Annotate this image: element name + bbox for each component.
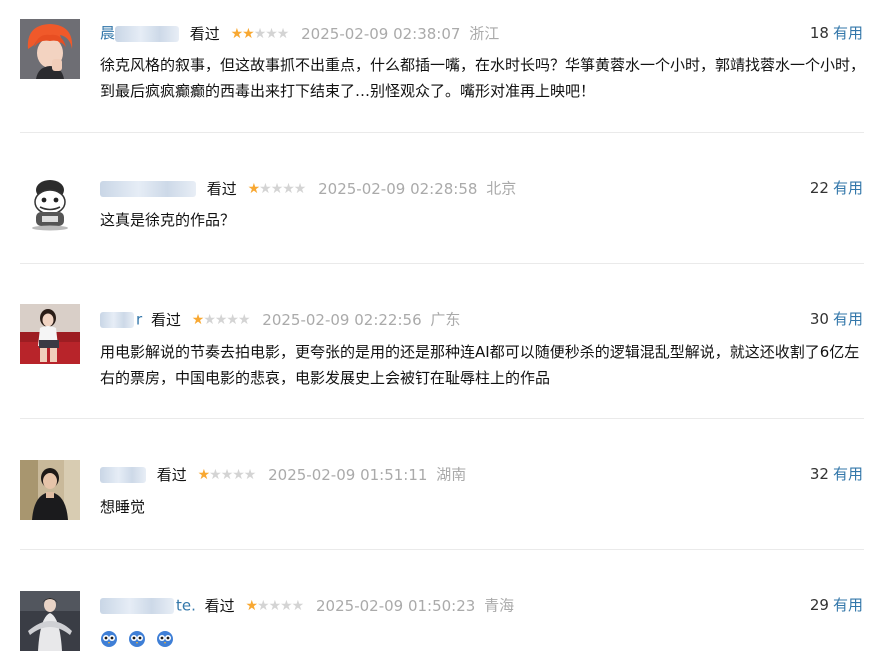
rating-stars: ★★★★★ [197,466,257,483]
blue-owl-emoji-icon [156,630,173,647]
hanfu-figure-avatar-icon [20,591,80,651]
comment-meta: 晨 看过 ★★★★★ 2025-02-09 02:38:07 浙江 [100,23,499,44]
comment-text: 这真是徐克的作品？ [100,211,236,229]
vote-count: 22 [809,179,829,197]
blue-owl-emoji-icon [101,630,117,647]
watch-status: 看过 [189,24,220,43]
comment-time: 2025-02-09 02:38:07 [301,24,461,43]
divider [20,549,864,550]
vote-area: 22 有用 [810,178,863,198]
cartoon-sketch-avatar-icon [20,172,80,232]
comment-time: 2025-02-09 01:50:23 [316,596,476,615]
vote-area: 18 有用 [810,23,863,43]
divider [20,418,864,419]
username[interactable]: 晨 [100,24,181,42]
divider [20,263,864,264]
blurred-username [100,311,134,328]
comment-time: 2025-02-09 02:22:56 [262,310,422,329]
rating-stars: ★★★★★ [245,597,304,614]
rating-stars: ★★★★★ [191,311,251,328]
man-in-black-avatar-icon [20,460,80,520]
comment-location: 广东 [430,310,461,329]
comment-meta: te. 看过 ★★★★★ 2025-02-09 01:50:23 青海 [100,595,514,616]
comment-meta: r 看过 ★★★★★ 2025-02-09 02:22:56 广东 [100,309,460,330]
vote-count: 30 [809,310,829,328]
blurred-username [115,25,180,42]
blurred-username [100,180,196,197]
comment-time: 2025-02-09 02:28:58 [318,179,478,198]
user-avatar[interactable] [20,304,80,364]
comment-location: 青海 [484,596,515,615]
blurred-username [100,466,146,483]
comment-location: 北京 [486,179,517,198]
username[interactable]: r [100,310,142,329]
blurred-username [100,597,174,614]
watch-status: 看过 [206,179,237,198]
useful-button[interactable]: 有用 [833,465,863,483]
watch-status: 看过 [204,596,235,615]
rating-stars: ★★★★★ [230,25,290,42]
vote-count: 29 [809,596,829,614]
user-avatar[interactable] [20,591,80,651]
comment-location: 湖南 [436,465,467,484]
comment-meta: 看过 ★★★★★ 2025-02-09 01:51:11 湖南 [100,464,466,485]
comment-text [100,625,870,651]
vote-count: 32 [809,465,829,483]
comment-location: 浙江 [469,24,500,43]
comment-meta: 看过 ★★★★★ 2025-02-09 02:28:58 北京 [100,178,516,199]
girl-red-sofa-avatar-icon [20,304,80,364]
username[interactable] [100,465,148,483]
orange-hair-avatar-icon [20,19,80,79]
user-avatar[interactable] [20,172,80,232]
useful-button[interactable]: 有用 [833,310,863,328]
watch-status: 看过 [150,310,181,329]
vote-area: 29 有用 [810,595,863,615]
useful-button[interactable]: 有用 [833,179,863,197]
vote-area: 30 有用 [810,309,863,329]
username[interactable] [100,179,198,197]
rating-stars: ★★★★★ [247,180,307,197]
vote-count: 18 [809,24,829,42]
blue-owl-emoji-icon [128,630,145,647]
username[interactable]: te. [100,596,196,615]
comment-text: 用电影解说的节奏去拍电影，更夸张的是用的还是那种连AI都可以随便秒杀的逻辑混乱型… [100,343,860,387]
comment-text: 徐克风格的叙事，但这故事抓不出重点，什么都插一嘴，在水时长吗？华箏黄蓉水一个小时… [100,56,866,100]
user-avatar[interactable] [20,19,80,79]
comment-text: 想睡觉 [100,498,146,516]
watch-status: 看过 [156,465,187,484]
user-avatar[interactable] [20,460,80,520]
comment-time: 2025-02-09 01:51:11 [268,465,428,484]
divider [20,132,864,133]
vote-area: 32 有用 [810,464,863,484]
useful-button[interactable]: 有用 [833,24,863,42]
useful-button[interactable]: 有用 [833,596,863,614]
